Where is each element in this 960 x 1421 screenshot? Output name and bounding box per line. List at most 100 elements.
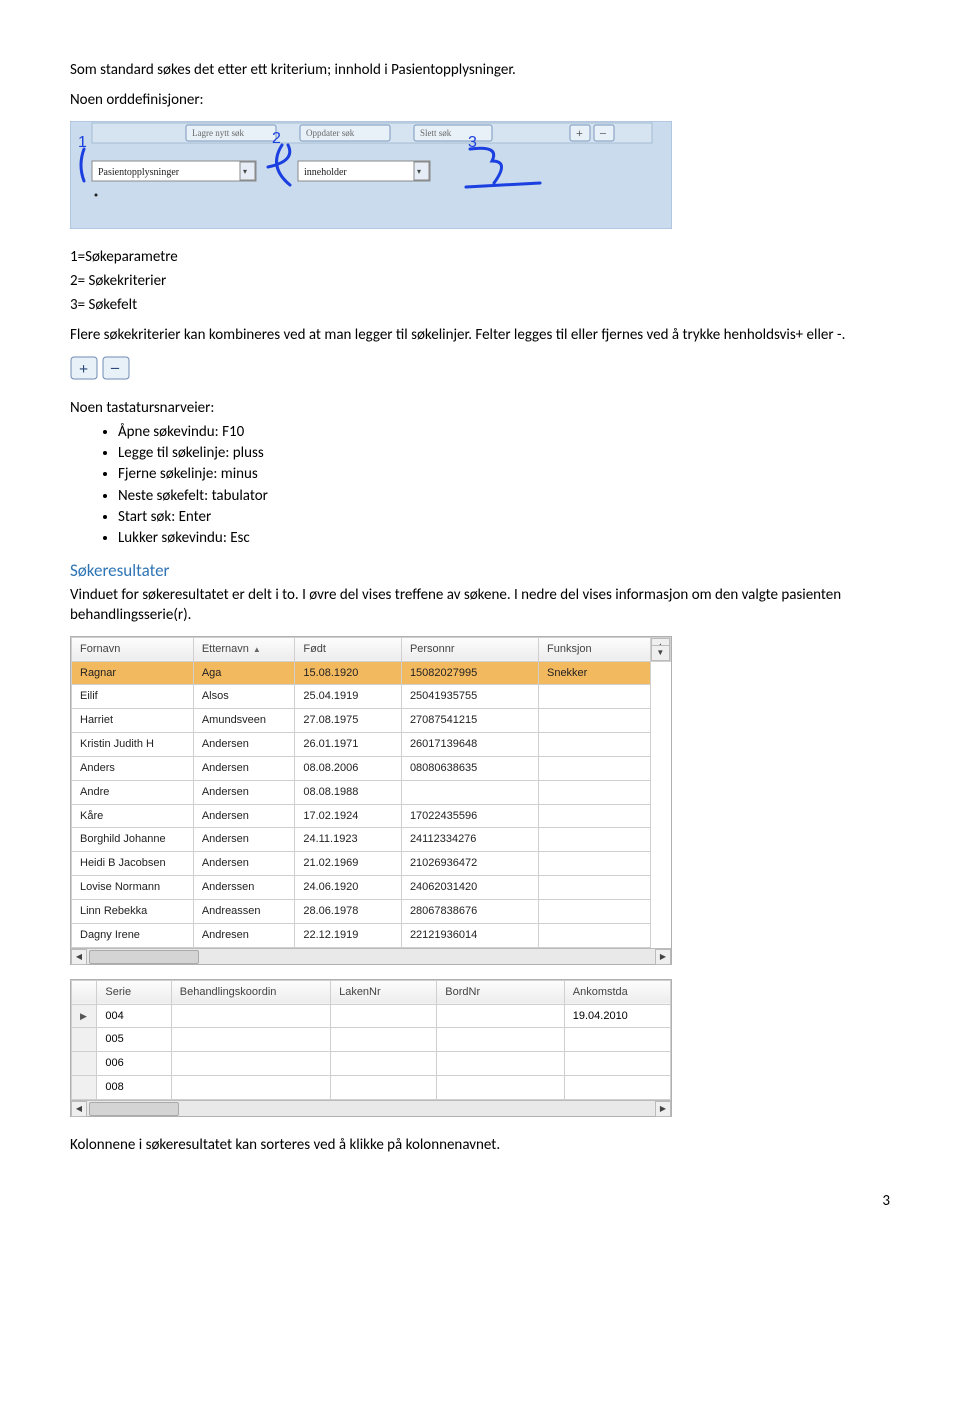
cell-fornavn: Andre (72, 780, 194, 804)
cell-fodt: 08.08.1988 (295, 780, 402, 804)
cell-fornavn: Eilif (72, 685, 194, 709)
column-header-bordnr[interactable]: BordNr (437, 980, 564, 1004)
results-table-screenshot: Fornavn Etternavn▲ Født Personnr Funksjo… (70, 636, 672, 965)
cell-personnr: 27087541215 (401, 709, 538, 733)
cell-etternavn: Andersen (193, 780, 295, 804)
table-row[interactable]: Lovise NormannAnderssen24.06.19202406203… (72, 876, 671, 900)
cell-fornavn: Linn Rebekka (72, 899, 194, 923)
cell-fornavn: Ragnar (72, 661, 194, 685)
table-row[interactable]: 008 (72, 1076, 671, 1100)
cell-fornavn: Lovise Normann (72, 876, 194, 900)
cell-funksjon (538, 804, 650, 828)
horizontal-scrollbar[interactable]: ◀ ▶ (71, 948, 671, 964)
cell-ankomst (564, 1028, 670, 1052)
shortcut-item: Start søk: Enter (118, 507, 890, 527)
cell-etternavn: Andersen (193, 804, 295, 828)
results-paragraph: Vinduet for søkeresultatet er delt i to.… (70, 585, 890, 626)
column-header-serie[interactable]: Serie (97, 980, 171, 1004)
cell-fodt: 24.11.1923 (295, 828, 402, 852)
scroll-thumb[interactable] (89, 1102, 179, 1116)
svg-text:▾: ▾ (243, 167, 247, 177)
scroll-left-arrow-icon[interactable]: ◀ (71, 1101, 87, 1117)
svg-text:2: 2 (272, 130, 281, 147)
column-header-fornavn[interactable]: Fornavn (72, 637, 194, 661)
scroll-down-arrow-icon[interactable]: ▼ (651, 645, 670, 661)
cell-fornavn: Harriet (72, 709, 194, 733)
cell-fodt: 24.06.1920 (295, 876, 402, 900)
cell-etternavn: Alsos (193, 685, 295, 709)
cell-serie: 004 (97, 1004, 171, 1028)
shortcut-item: Åpne søkevindu: F10 (118, 422, 890, 442)
cell-etternavn: Andreassen (193, 899, 295, 923)
table-row[interactable]: 006 (72, 1052, 671, 1076)
table-row[interactable]: AndreAndersen08.08.1988 (72, 780, 671, 804)
cell-funksjon (538, 876, 650, 900)
table-row[interactable]: RagnarAga15.08.192015082027995Snekker (72, 661, 671, 685)
cell-etternavn: Andersen (193, 828, 295, 852)
table-row[interactable]: Heidi B JacobsenAndersen21.02.1969210269… (72, 852, 671, 876)
cell-personnr: 17022435596 (401, 804, 538, 828)
definitions-list: 1=Søkeparametre 2= Søkekriterier 3= Søke… (70, 247, 890, 316)
svg-text:Pasientopplysninger: Pasientopplysninger (98, 167, 180, 178)
svg-text:Slett søk: Slett søk (420, 128, 452, 138)
cell-personnr: 24062031420 (401, 876, 538, 900)
cell-fodt: 15.08.1920 (295, 661, 402, 685)
svg-text:–: – (599, 125, 607, 139)
cell-ankomst (564, 1076, 670, 1100)
def-line-3: 3= Søkefelt (70, 295, 890, 315)
cell-ankomst (564, 1052, 670, 1076)
column-header-fodt[interactable]: Født (295, 637, 402, 661)
column-header-etternavn[interactable]: Etternavn▲ (193, 637, 295, 661)
table-row[interactable]: HarrietAmundsveen27.08.197527087541215 (72, 709, 671, 733)
svg-text:inneholder: inneholder (304, 167, 347, 178)
scroll-left-arrow-icon[interactable]: ◀ (71, 949, 87, 965)
cell-bord (437, 1028, 564, 1052)
vertical-scrollbar[interactable]: ▲ ▼ (650, 637, 670, 661)
table-row[interactable]: Linn RebekkaAndreassen28.06.197828067838… (72, 899, 671, 923)
cell-funksjon (538, 685, 650, 709)
cell-koordin (171, 1052, 330, 1076)
column-header-behandlingskoordin[interactable]: Behandlingskoordin (171, 980, 330, 1004)
column-header-ankomstda[interactable]: Ankomstda (564, 980, 670, 1004)
cell-fodt: 27.08.1975 (295, 709, 402, 733)
svg-text:+: + (79, 361, 88, 378)
cell-koordin (171, 1004, 330, 1028)
column-header-funksjon[interactable]: Funksjon (538, 637, 650, 661)
scroll-right-arrow-icon[interactable]: ▶ (655, 1101, 671, 1117)
cell-etternavn: Andersen (193, 756, 295, 780)
cell-serie: 006 (97, 1052, 171, 1076)
table-row[interactable]: ▶00419.04.2010 (72, 1004, 671, 1028)
cell-personnr (401, 780, 538, 804)
shortcuts-heading: Noen tastatursnarveier: (70, 398, 890, 418)
cell-laken (331, 1052, 437, 1076)
column-header-personnr[interactable]: Personnr (401, 637, 538, 661)
scroll-thumb[interactable] (89, 950, 199, 964)
cell-fodt: 21.02.1969 (295, 852, 402, 876)
table-row[interactable]: EilifAlsos25.04.191925041935755 (72, 685, 671, 709)
cell-funksjon (538, 756, 650, 780)
column-header-lakennr[interactable]: LakenNr (331, 980, 437, 1004)
cell-serie: 008 (97, 1076, 171, 1100)
scroll-right-arrow-icon[interactable]: ▶ (655, 949, 671, 965)
svg-text:1: 1 (78, 134, 87, 151)
table-row[interactable]: KåreAndersen17.02.192417022435596 (72, 804, 671, 828)
cell-fornavn: Borghild Johanne (72, 828, 194, 852)
table-row[interactable]: Dagny IreneAndresen22.12.191922121936014 (72, 923, 671, 947)
cell-personnr: 08080638635 (401, 756, 538, 780)
table-row[interactable]: Borghild JohanneAndersen24.11.1923241123… (72, 828, 671, 852)
cell-fornavn: Anders (72, 756, 194, 780)
cell-etternavn: Amundsveen (193, 709, 295, 733)
svg-text:–: – (110, 359, 120, 376)
cell-funksjon (538, 899, 650, 923)
row-marker (72, 1076, 97, 1100)
svg-text:+: + (576, 126, 583, 140)
horizontal-scrollbar[interactable]: ◀ ▶ (71, 1100, 671, 1116)
cell-etternavn: Aga (193, 661, 295, 685)
cell-personnr: 24112334276 (401, 828, 538, 852)
cell-fornavn: Heidi B Jacobsen (72, 852, 194, 876)
cell-personnr: 28067838676 (401, 899, 538, 923)
table-row[interactable]: Kristin Judith HAndersen26.01.1971260171… (72, 733, 671, 757)
table-row[interactable]: 005 (72, 1028, 671, 1052)
table-row[interactable]: AndersAndersen08.08.200608080638635 (72, 756, 671, 780)
cell-fodt: 25.04.1919 (295, 685, 402, 709)
